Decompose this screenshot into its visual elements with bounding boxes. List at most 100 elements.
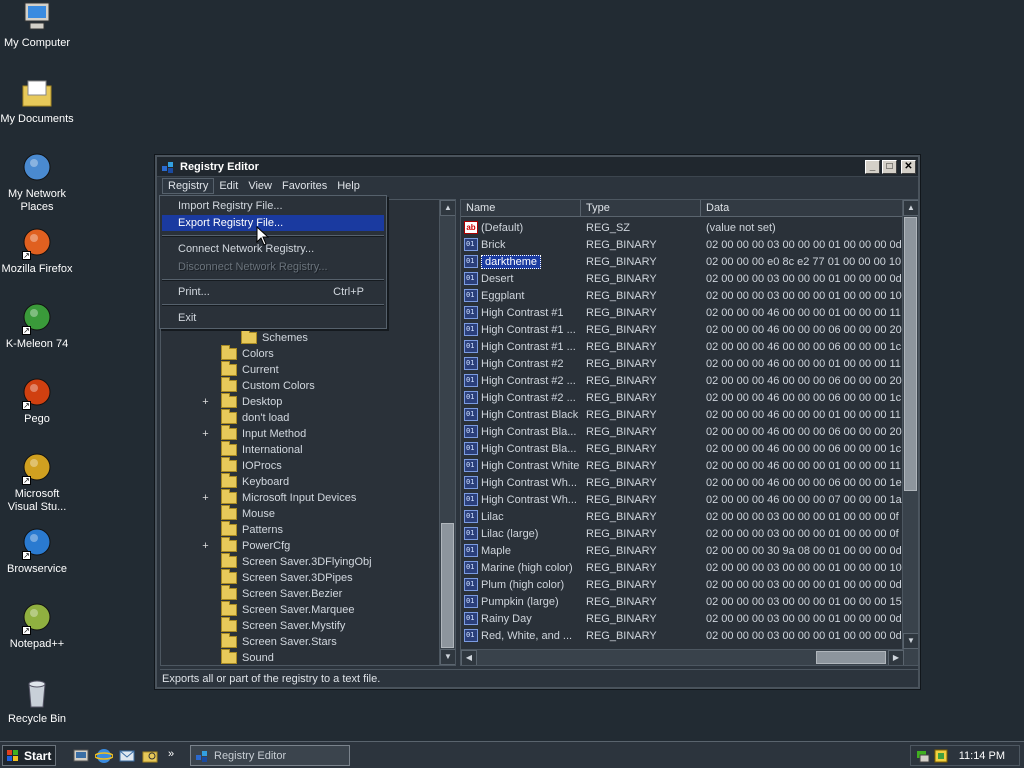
tree-item[interactable]: + Input Method: [202, 425, 306, 442]
list-row[interactable]: ab (Default) REG_SZ (value not set): [461, 219, 904, 236]
scroll-thumb[interactable]: [816, 651, 886, 664]
expand-toggle-icon[interactable]: +: [201, 492, 210, 504]
tree-item[interactable]: Mouse: [221, 505, 275, 522]
list-row[interactable]: Maple REG_BINARY 02 00 00 00 30 9a 08 00 0…: [461, 542, 904, 559]
close-button[interactable]: ✕: [901, 159, 916, 174]
list-row[interactable]: Desert REG_BINARY 02 00 00 00 03 00 00 00 …: [461, 270, 904, 287]
tree-item[interactable]: Screen Saver.Marquee: [221, 601, 355, 618]
list-row[interactable]: High Contrast #1 REG_BINARY 02 00 00 00 46…: [461, 304, 904, 321]
scroll-right-button[interactable]: ▶: [888, 650, 904, 665]
desktop-icon-computer[interactable]: My Computer: [0, 0, 74, 50]
expand-toggle-icon[interactable]: +: [201, 428, 210, 440]
scroll-up-button[interactable]: ▲: [903, 200, 918, 216]
scroll-down-button[interactable]: ▼: [440, 649, 455, 665]
tree-item[interactable]: Colors: [221, 345, 274, 362]
list-row[interactable]: High Contrast Bla... REG_BINARY 02 00 00 0…: [461, 440, 904, 457]
list-vertical-scrollbar[interactable]: ▲ ▼: [902, 200, 918, 665]
menu-help[interactable]: Help: [332, 179, 365, 193]
show-desktop-icon[interactable]: [72, 747, 90, 765]
menu-item-import[interactable]: Import Registry File...: [162, 198, 384, 214]
menu-favorites[interactable]: Favorites: [277, 179, 332, 193]
tree-item[interactable]: IOProcs: [221, 457, 282, 474]
list-row[interactable]: Plum (high color) REG_BINARY 02 00 00 00 0…: [461, 576, 904, 593]
maximize-button[interactable]: □: [882, 159, 897, 174]
ie-icon[interactable]: [95, 747, 113, 765]
tree-item[interactable]: Screen Saver.3DPipes: [221, 569, 353, 586]
desktop-icon-visual-studio[interactable]: ↗ Microsoft Visual Stu...: [0, 451, 74, 514]
menu-item-print[interactable]: Print... Ctrl+P: [162, 284, 384, 300]
list-horizontal-scrollbar[interactable]: ◀ ▶: [461, 649, 904, 665]
expand-toggle-icon[interactable]: +: [201, 540, 210, 552]
tree-item[interactable]: Patterns: [221, 521, 283, 538]
scroll-thumb[interactable]: [904, 217, 917, 491]
tree-item[interactable]: Screen Saver.Mystify: [221, 617, 345, 634]
list-row[interactable]: High Contrast Wh... REG_BINARY 02 00 00 00…: [461, 491, 904, 508]
minimize-button[interactable]: _: [865, 159, 880, 174]
tray-app-icon[interactable]: [933, 748, 949, 764]
list-row[interactable]: High Contrast Wh... REG_BINARY 02 00 00 00…: [461, 474, 904, 491]
tree-item[interactable]: + Microsoft Input Devices: [202, 489, 356, 506]
menu-edit[interactable]: Edit: [214, 179, 243, 193]
explorer-icon[interactable]: [141, 747, 159, 765]
list-row[interactable]: High Contrast #2 ... REG_BINARY 02 00 00 0…: [461, 389, 904, 406]
menu-view[interactable]: View: [243, 179, 277, 193]
tree-item[interactable]: + PowerCfg: [202, 537, 290, 554]
title-bar[interactable]: Registry Editor _ □ ✕: [157, 157, 918, 177]
list-row[interactable]: High Contrast #1 ... REG_BINARY 02 00 00 0…: [461, 338, 904, 355]
tree-item[interactable]: Custom Colors: [221, 377, 315, 394]
tree-item[interactable]: don't load: [221, 409, 289, 426]
menu-item-connect-network[interactable]: Connect Network Registry...: [162, 241, 384, 257]
start-button[interactable]: Start: [2, 745, 56, 766]
outlook-icon[interactable]: [118, 747, 136, 765]
desktop-icon-network[interactable]: My Network Places: [0, 151, 74, 214]
desktop-icon-notepadpp[interactable]: ↗ Notepad++: [0, 601, 74, 651]
list-row[interactable]: Lilac (large) REG_BINARY 02 00 00 00 03 00…: [461, 525, 904, 542]
list-row[interactable]: High Contrast #2 REG_BINARY 02 00 00 00 46…: [461, 355, 904, 372]
list-row[interactable]: Rainy Day REG_BINARY 02 00 00 00 03 00 00 …: [461, 610, 904, 627]
list-row[interactable]: High Contrast White REG_BINARY 02 00 00 00…: [461, 457, 904, 474]
list-row[interactable]: Eggplant REG_BINARY 02 00 00 00 03 00 00 0…: [461, 287, 904, 304]
list-row[interactable]: Brick REG_BINARY 02 00 00 00 03 00 00 00 0…: [461, 236, 904, 253]
list-row[interactable]: darktheme REG_BINARY 02 00 00 00 e0 8c e2 …: [461, 253, 904, 270]
menu-item-exit[interactable]: Exit: [162, 310, 384, 326]
tree-item[interactable]: Screen Saver.3DFlyingObj: [221, 553, 372, 570]
tree-vertical-scrollbar[interactable]: ▲ ▼: [439, 200, 455, 665]
column-name-header[interactable]: Name: [461, 200, 581, 217]
taskbar-button-registry-editor[interactable]: Registry Editor: [190, 745, 350, 766]
list-row[interactable]: High Contrast Bla... REG_BINARY 02 00 00 0…: [461, 423, 904, 440]
desktop-icon-documents-folder[interactable]: My Documents: [0, 76, 74, 126]
scroll-up-button[interactable]: ▲: [440, 200, 455, 216]
list-row[interactable]: Pumpkin (large) REG_BINARY 02 00 00 00 03 …: [461, 593, 904, 610]
desktop-icon-recycle-bin[interactable]: Recycle Bin: [0, 676, 74, 726]
tree-item[interactable]: Keyboard: [221, 473, 289, 490]
menu-item-export[interactable]: Export Registry File...: [162, 215, 384, 231]
desktop-icon-pego[interactable]: ↗ Pego: [0, 376, 74, 426]
clock[interactable]: 11:14 PM: [959, 750, 1005, 762]
list-row[interactable]: High Contrast #1 ... REG_BINARY 02 00 00 0…: [461, 321, 904, 338]
desktop-icon-ie[interactable]: ↗ Browservice: [0, 526, 74, 576]
scroll-down-button[interactable]: ▼: [903, 633, 918, 649]
quick-launch-chevron-icon[interactable]: »: [168, 748, 174, 760]
list-row[interactable]: Lilac REG_BINARY 02 00 00 00 03 00 00 00 0…: [461, 508, 904, 525]
tree-item[interactable]: Schemes: [241, 329, 308, 346]
tree-item[interactable]: Screen Saver.Stars: [221, 633, 337, 650]
desktop-icon-firefox[interactable]: ↗ Mozilla Firefox: [0, 226, 74, 276]
tree-item[interactable]: International: [221, 441, 303, 458]
tree-item[interactable]: Screen Saver.Bezier: [221, 585, 342, 602]
column-type-header[interactable]: Type: [581, 200, 701, 217]
scroll-thumb[interactable]: [441, 523, 454, 648]
desktop-icon-kmeleon[interactable]: ↗ K-Meleon 74: [0, 301, 74, 351]
tree-item[interactable]: Current: [221, 361, 279, 378]
scroll-left-button[interactable]: ◀: [461, 650, 477, 665]
network-tray-icon[interactable]: [915, 748, 931, 764]
expand-toggle-icon[interactable]: +: [201, 396, 210, 408]
tree-item[interactable]: Sound: [221, 649, 274, 665]
column-data-header[interactable]: Data: [701, 200, 904, 217]
menu-item-disconnect-network[interactable]: Disconnect Network Registry...: [162, 259, 384, 275]
menu-registry[interactable]: Registry: [162, 178, 215, 194]
list-row[interactable]: Red, White, and ... REG_BINARY 02 00 00 00…: [461, 627, 904, 644]
tree-item[interactable]: + Desktop: [202, 393, 282, 410]
list-row[interactable]: Marine (high color) REG_BINARY 02 00 00 00…: [461, 559, 904, 576]
list-row[interactable]: High Contrast Black REG_BINARY 02 00 00 00…: [461, 406, 904, 423]
values-list-pane[interactable]: Name Type Data ab (Default) REG_SZ (value n…: [460, 199, 919, 666]
